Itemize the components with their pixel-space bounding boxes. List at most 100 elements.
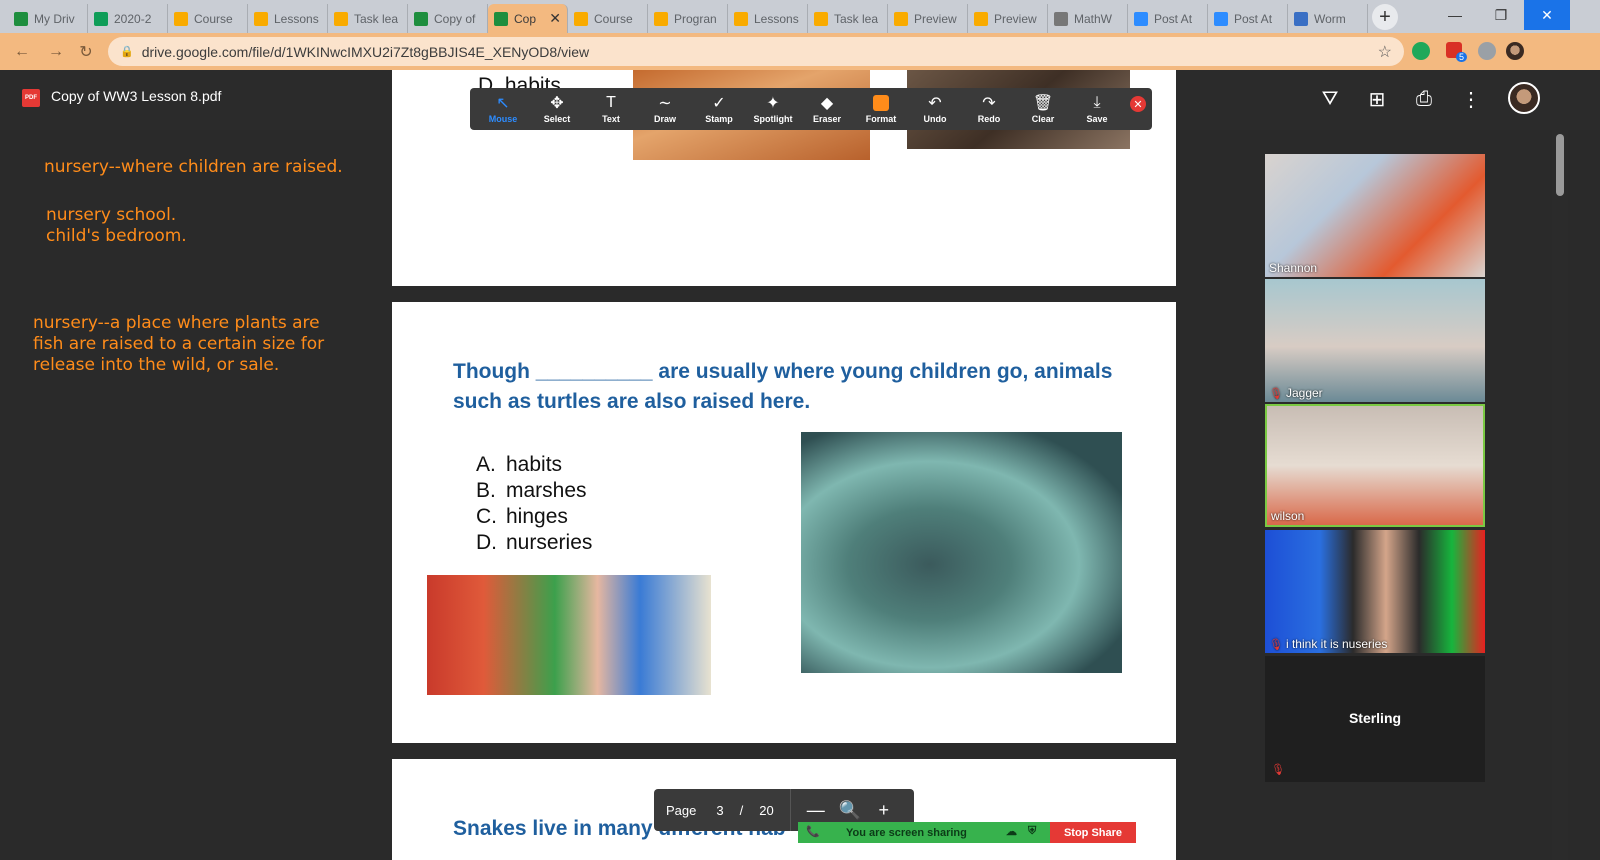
minimize-window-button[interactable]: — bbox=[1432, 0, 1478, 30]
browser-tab[interactable]: My Driv bbox=[8, 4, 88, 33]
video-tile-shannon[interactable]: Shannon bbox=[1265, 154, 1485, 277]
answer-option: A. habits bbox=[476, 452, 592, 478]
classroom-icon bbox=[974, 11, 988, 26]
annotation-tool-spotlight[interactable]: ✦ Spotlight bbox=[746, 88, 800, 130]
extension-badge-icon[interactable]: 5 bbox=[1446, 42, 1468, 62]
reload-icon[interactable]: ↻ bbox=[74, 40, 98, 64]
more-options-icon[interactable]: ⋮ bbox=[1457, 85, 1485, 113]
annotation-tool-save[interactable]: ⤓ Save bbox=[1070, 88, 1124, 130]
classroom-icon bbox=[654, 11, 668, 26]
option-letter: C. bbox=[476, 505, 497, 528]
tab-label: My Driv bbox=[34, 11, 75, 26]
browser-tab[interactable]: Preview bbox=[968, 4, 1048, 33]
browser-tab[interactable]: Course bbox=[168, 4, 248, 33]
annotation-tool-mouse[interactable]: ↖ Mouse bbox=[476, 88, 530, 130]
option-text: habits bbox=[506, 453, 563, 476]
question-text: Though __________ are usually where youn… bbox=[453, 360, 1113, 413]
participant-name: Sterling bbox=[1348, 710, 1402, 726]
browser-tab[interactable]: Cop ✕ bbox=[488, 4, 568, 33]
annotation-tool-format[interactable]: Format bbox=[854, 88, 908, 130]
drive-icon bbox=[14, 11, 28, 26]
lock-icon: 🔒 bbox=[120, 46, 134, 58]
annotation-tool-clear[interactable]: 🗑 Clear bbox=[1016, 88, 1070, 130]
tool-label: Undo bbox=[923, 114, 947, 124]
browser-tab[interactable]: Preview bbox=[888, 4, 968, 33]
current-page-input[interactable]: 3 bbox=[716, 803, 723, 818]
participant-name: Shannon bbox=[1269, 261, 1318, 275]
cloud-icon: ☁ bbox=[1006, 826, 1017, 838]
browser-tab[interactable]: 2020-2 bbox=[88, 4, 168, 33]
classroom-icon bbox=[734, 11, 748, 26]
tool-label: Clear bbox=[1031, 114, 1055, 124]
annotation-tool-select[interactable]: ✥ Select bbox=[530, 88, 584, 130]
browser-tab[interactable]: Progran bbox=[648, 4, 728, 33]
close-annotation-icon[interactable]: ✕ bbox=[1130, 96, 1146, 112]
annotation-tool-draw[interactable]: ∼ Draw bbox=[638, 88, 692, 130]
forward-arrow-icon[interactable]: → bbox=[44, 40, 68, 64]
browser-tab[interactable]: Task lea bbox=[808, 4, 888, 33]
browser-tab[interactable]: Task lea bbox=[328, 4, 408, 33]
zoom-icon bbox=[1214, 11, 1228, 26]
viewer-scrollbar[interactable] bbox=[1552, 130, 1568, 860]
video-tile-participant-4[interactable]: 🎙 i think it is nuseries bbox=[1265, 530, 1485, 653]
browser-tab[interactable]: Post At bbox=[1128, 4, 1208, 33]
classroom-icon bbox=[574, 11, 588, 26]
browser-tab[interactable]: Lessons bbox=[248, 4, 328, 33]
tab-close-icon[interactable]: ✕ bbox=[545, 10, 561, 27]
browser-tab[interactable]: Copy of bbox=[408, 4, 488, 33]
scrollbar-thumb[interactable] bbox=[1556, 134, 1564, 196]
trash-icon: 🗑 bbox=[1032, 95, 1054, 112]
pdf-file-icon: PDF bbox=[22, 89, 40, 107]
new-tab-button[interactable]: + bbox=[1372, 4, 1398, 30]
tool-label: Save bbox=[1086, 114, 1108, 124]
close-window-button[interactable]: ✕ bbox=[1524, 0, 1570, 30]
profile-avatar[interactable] bbox=[1506, 42, 1524, 60]
video-tile-sterling[interactable]: Sterling 🎙 bbox=[1265, 656, 1485, 782]
redo-icon: ↷ bbox=[982, 95, 996, 112]
print-icon[interactable]: ⎙ bbox=[1410, 85, 1438, 113]
annotation-note-1: nursery--where children are raised. bbox=[44, 157, 343, 177]
puzzle-extensions-icon[interactable] bbox=[1478, 42, 1496, 60]
restore-window-button[interactable]: ❐ bbox=[1478, 0, 1524, 30]
participant-name: 🎙 Jagger bbox=[1269, 386, 1323, 400]
back-arrow-icon[interactable]: ← bbox=[10, 40, 34, 64]
add-comment-icon[interactable]: ⊞ bbox=[1363, 85, 1391, 113]
tool-label: Draw bbox=[653, 114, 676, 124]
tab-label: Post At bbox=[1234, 11, 1273, 26]
annotation-toolbar: ↖ Mouse ✥ Select T Text ∼ Draw ✓ Stamp ✦ Spotlight ◆… bbox=[470, 88, 1152, 130]
extension-icon[interactable] bbox=[1412, 42, 1430, 60]
bookmark-star-icon[interactable]: ☆ bbox=[1378, 42, 1392, 62]
tab-label: Progran bbox=[674, 11, 717, 26]
tool-label: Mouse bbox=[488, 114, 518, 124]
browser-tab[interactable]: Lessons bbox=[728, 4, 808, 33]
phone-icon: 📞 bbox=[806, 826, 820, 838]
browser-tab[interactable]: Worm bbox=[1288, 4, 1368, 33]
video-tile-wilson[interactable]: wilson bbox=[1265, 404, 1485, 527]
participant-name: wilson bbox=[1271, 509, 1305, 523]
add-to-drive-icon[interactable]: ⛛ bbox=[1316, 85, 1344, 113]
annotation-tool-redo[interactable]: ↷ Redo bbox=[962, 88, 1016, 130]
classroom-icon bbox=[334, 11, 348, 26]
browser-tab[interactable]: Post At bbox=[1208, 4, 1288, 33]
classroom-icon bbox=[814, 11, 828, 26]
stop-share-button[interactable]: Stop Share bbox=[1050, 822, 1136, 843]
format-swatch-icon bbox=[873, 92, 889, 114]
tab-label: Course bbox=[594, 11, 633, 26]
tab-label: Task lea bbox=[834, 11, 879, 26]
annotation-tool-eraser[interactable]: ◆ Eraser bbox=[800, 88, 854, 130]
address-bar[interactable]: 🔒 drive.google.com/file/d/1WKINwcIMXU2i7… bbox=[108, 37, 1404, 66]
annotation-tool-undo[interactable]: ↶ Undo bbox=[908, 88, 962, 130]
browser-tab[interactable]: Course bbox=[568, 4, 648, 33]
option-letter: D. bbox=[476, 531, 497, 554]
eraser-icon: ◆ bbox=[820, 95, 834, 112]
page-label: Page bbox=[666, 802, 697, 818]
tab-label: Worm bbox=[1314, 11, 1346, 26]
annotation-note-3: nursery--a place where plants are fish a… bbox=[33, 313, 325, 375]
browser-tab[interactable]: MathW bbox=[1048, 4, 1128, 33]
video-tile-jagger[interactable]: 🎙 Jagger bbox=[1265, 279, 1485, 402]
annotation-tool-text[interactable]: T Text bbox=[584, 88, 638, 130]
annotation-tool-stamp[interactable]: ✓ Stamp bbox=[692, 88, 746, 130]
tab-label: Lessons bbox=[274, 11, 319, 26]
answer-options: A. habits B. marshes C. hinges D. nurseries bbox=[476, 452, 592, 556]
account-avatar[interactable] bbox=[1508, 82, 1540, 114]
